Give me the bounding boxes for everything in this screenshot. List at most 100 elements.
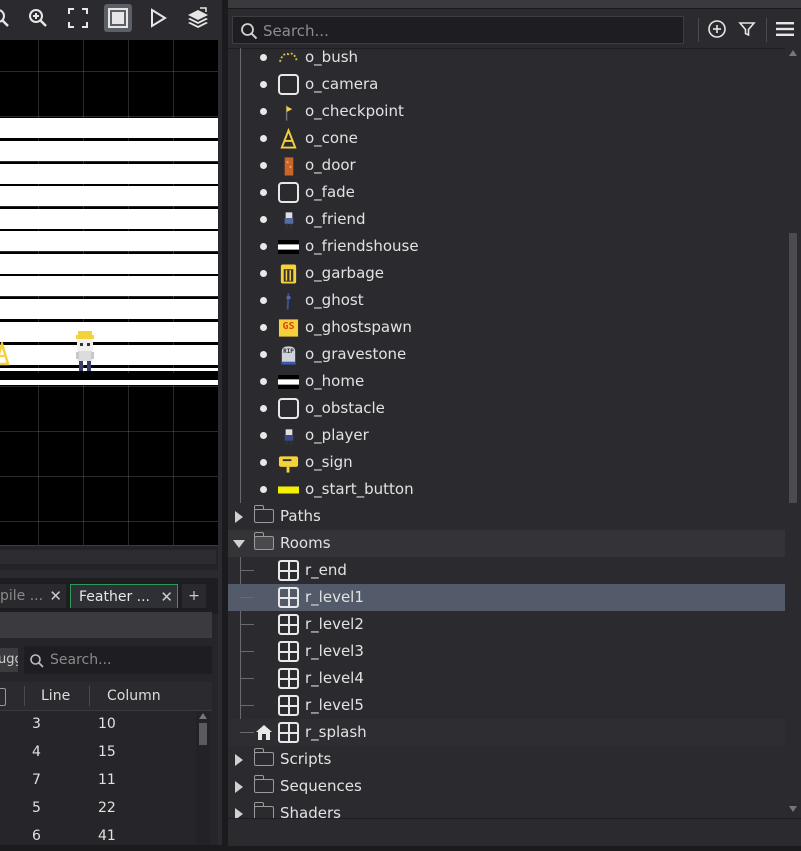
table-row[interactable]: 3 10: [0, 711, 196, 739]
tree-item-o-ghost[interactable]: o_ghost: [228, 287, 785, 314]
tree-item-o-cone[interactable]: o_cone: [228, 125, 785, 152]
table-row[interactable]: 6 41: [0, 823, 196, 851]
output-vertical-scrollbar[interactable]: [196, 711, 210, 845]
filter-suggestions-toggle[interactable]: ugg: [0, 648, 18, 672]
table-row[interactable]: 4 15: [0, 739, 196, 767]
folder-shaders[interactable]: Shaders: [228, 800, 785, 818]
tree-item-o-gravestone[interactable]: RIP o_gravestone: [228, 341, 785, 368]
folder-sequences[interactable]: Sequences: [228, 773, 785, 800]
tab-compile[interactable]: pile ... ✕: [0, 584, 66, 608]
folder-paths[interactable]: Paths: [228, 503, 785, 530]
tree-item-o-door[interactable]: o_door: [228, 152, 785, 179]
column-checkbox[interactable]: [0, 688, 6, 706]
asset-search-input[interactable]: Search...: [232, 16, 684, 44]
tab-label: pile ...: [0, 588, 44, 604]
tree-item-o-friendshouse[interactable]: o_friendshouse: [228, 233, 785, 260]
tree-item-o-player[interactable]: o_player: [228, 422, 785, 449]
menu-button[interactable]: [772, 16, 798, 42]
search-placeholder: Search...: [263, 22, 329, 40]
tree-item-o-obstacle[interactable]: o_obstacle: [228, 395, 785, 422]
search-icon: [30, 654, 44, 668]
output-filter-bar[interactable]: [0, 612, 212, 638]
room-canvas[interactable]: [0, 40, 218, 545]
tree-item-o-camera[interactable]: o_camera: [228, 71, 785, 98]
expand-arrow-icon[interactable]: [235, 808, 243, 818]
tree-item-r-level3[interactable]: r_level3: [228, 638, 785, 665]
expand-arrow-icon[interactable]: [233, 540, 245, 548]
search-icon: [241, 23, 258, 40]
tree-bullet: [260, 432, 267, 439]
tree-branch: [240, 597, 254, 598]
friend-sprite-icon: [278, 209, 299, 230]
asset-tree-scrollbar[interactable]: [785, 48, 801, 818]
tree-item-o-garbage[interactable]: o_garbage: [228, 260, 785, 287]
column-cell: 10: [98, 716, 116, 732]
zoom-in-icon[interactable]: [24, 4, 52, 32]
cone-sprite-icon: [278, 127, 299, 149]
line-cell: 7: [32, 772, 41, 788]
add-tab-button[interactable]: +: [182, 584, 206, 608]
tree-item-o-fade[interactable]: o_fade: [228, 179, 785, 206]
road-edge: [0, 380, 218, 385]
tree-bullet: [260, 81, 267, 88]
line-cell: 4: [32, 744, 41, 760]
tree-branch: [240, 705, 254, 706]
partial-zoom-out-icon[interactable]: [0, 4, 14, 32]
expand-arrow-icon[interactable]: [235, 511, 243, 523]
tree-item-r-level2[interactable]: r_level2: [228, 611, 785, 638]
close-icon[interactable]: ✕: [49, 584, 62, 608]
table-row[interactable]: 5 22: [0, 795, 196, 823]
road-stripe: [0, 141, 218, 161]
tree-item-label: o_cone: [305, 129, 358, 147]
room-icon: [278, 695, 299, 716]
add-asset-button[interactable]: [704, 16, 730, 42]
player-sprite[interactable]: [72, 331, 98, 371]
fit-view-icon[interactable]: [104, 4, 132, 32]
column-header-column[interactable]: Column: [107, 682, 161, 710]
layers-icon[interactable]: [184, 4, 212, 32]
tree-item-r-level5[interactable]: r_level5: [228, 692, 785, 719]
table-row[interactable]: 7 11: [0, 767, 196, 795]
tree-item-o-bush[interactable]: o_bush: [228, 48, 785, 71]
folder-rooms[interactable]: Rooms: [228, 530, 785, 557]
tree-bullet: [260, 162, 267, 169]
tree-bullet: [260, 351, 267, 358]
road-stripe: [0, 276, 218, 296]
road-stripe: [0, 186, 218, 206]
tree-item-o-start-button[interactable]: o_start_button: [228, 476, 785, 503]
filter-icon: [738, 22, 756, 37]
tab-feather[interactable]: Feather ... ✕: [70, 584, 178, 608]
asset-browser-toolbar: Search...: [228, 10, 801, 49]
play-icon[interactable]: [144, 4, 172, 32]
output-search-input[interactable]: Search...: [24, 646, 212, 674]
asset-tree: o_bush o_camera o_checkpoint o_cone o_door o_…: [228, 48, 785, 818]
filter-button[interactable]: [734, 16, 760, 42]
close-icon[interactable]: ✕: [160, 585, 173, 609]
tree-item-o-ghostspawn[interactable]: GS o_ghostspawn: [228, 314, 785, 341]
tree-item-label: o_checkpoint: [305, 102, 404, 120]
tree-item-label: o_camera: [305, 75, 379, 93]
cone-sprite[interactable]: [0, 339, 10, 366]
tree-item-o-sign[interactable]: o_sign: [228, 449, 785, 476]
folders-before: Paths: [228, 503, 785, 530]
tree-item-r-level4[interactable]: r_level4: [228, 665, 785, 692]
expand-arrow-icon[interactable]: [235, 754, 243, 766]
tree-item-r-end[interactable]: r_end: [228, 557, 785, 584]
expand-arrow-icon[interactable]: [235, 781, 243, 793]
output-panel: pile ... ✕ Feather ... ✕ + ugg Search...…: [0, 578, 218, 845]
folder-scripts[interactable]: Scripts: [228, 746, 785, 773]
tree-bullet: [260, 108, 267, 115]
tree-item-o-checkpoint[interactable]: o_checkpoint: [228, 98, 785, 125]
tree-item-o-friend[interactable]: o_friend: [228, 206, 785, 233]
column-header-line[interactable]: Line: [41, 682, 70, 710]
fullscreen-icon[interactable]: [64, 4, 92, 32]
tree-item-label: o_sign: [305, 453, 353, 471]
room-horizontal-scrollbar[interactable]: [0, 545, 218, 570]
output-table-header: Line Column: [0, 682, 212, 711]
road-stripe: [0, 299, 218, 319]
tree-item-r-level1[interactable]: r_level1: [228, 584, 785, 611]
tree-item-o-home[interactable]: o_home: [228, 368, 785, 395]
tree-item-r-splash[interactable]: r_splash: [228, 719, 785, 746]
column-cell: 41: [98, 828, 116, 844]
column-cell: 22: [98, 800, 116, 816]
